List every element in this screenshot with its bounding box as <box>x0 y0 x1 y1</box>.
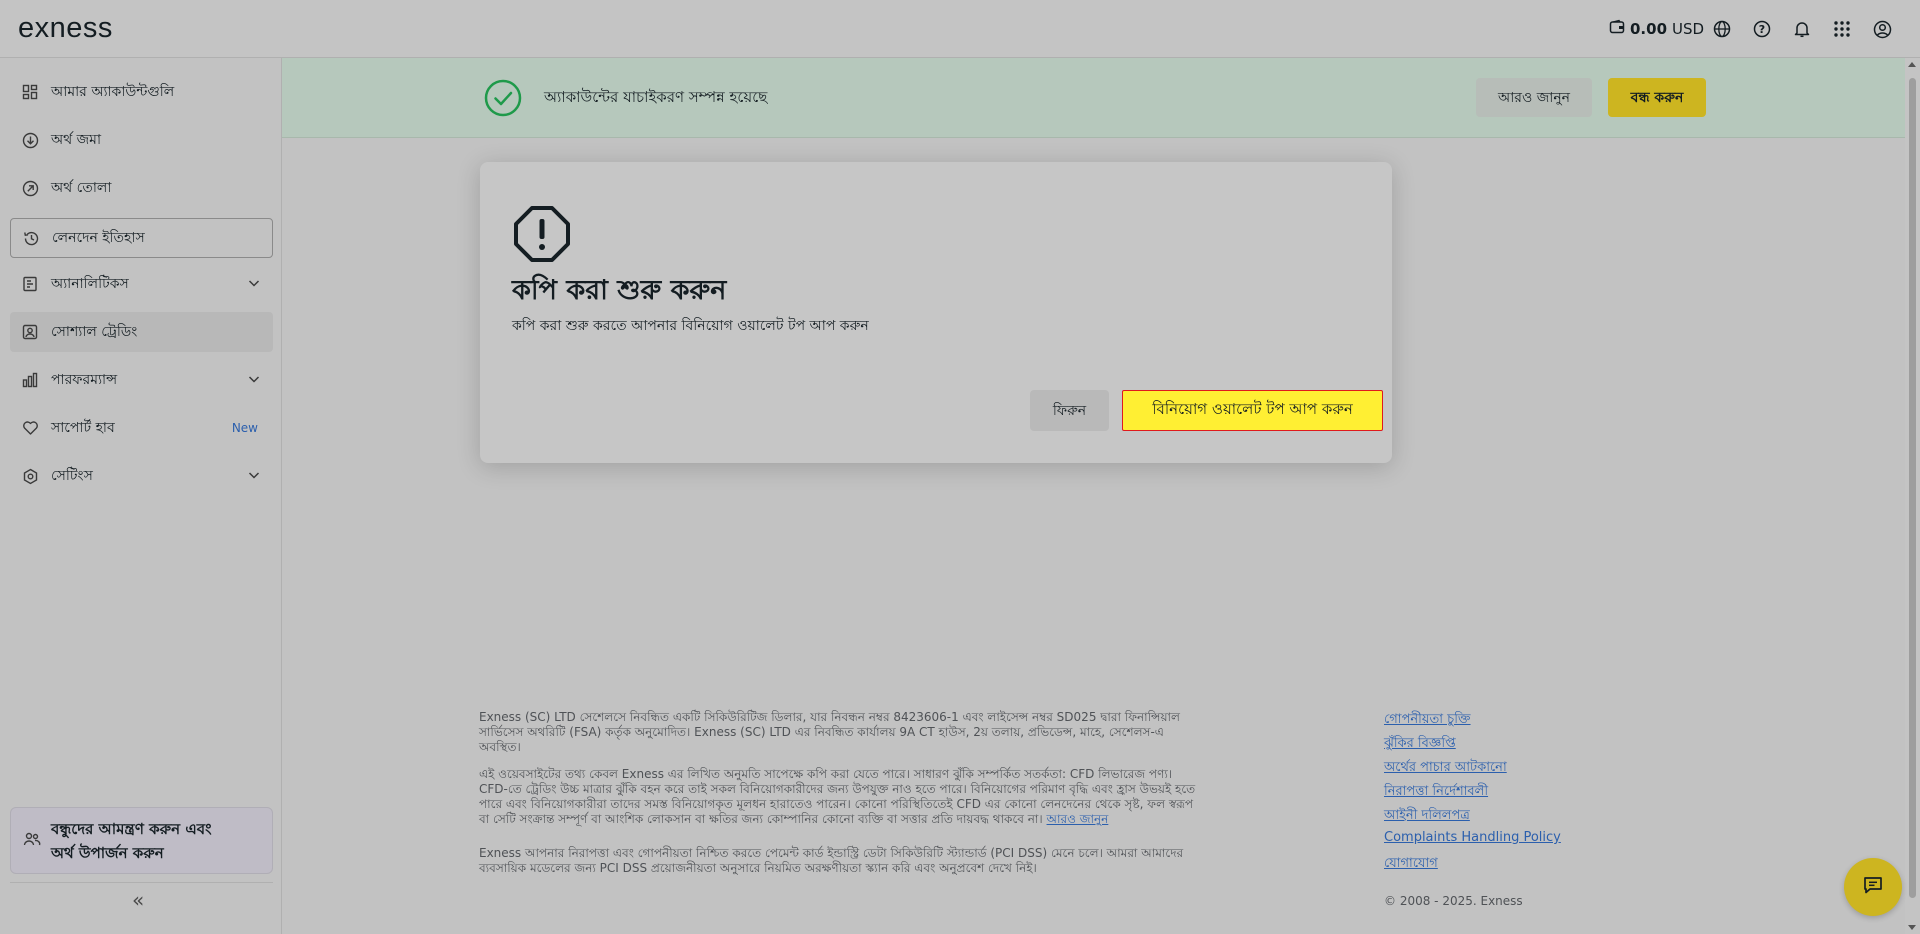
sidebar-divider <box>10 882 273 883</box>
wallet-icon <box>1609 19 1625 39</box>
top-header: exness 0.00 USD ? <box>0 0 1920 58</box>
complaints-policy-link[interactable]: Complaints Handling Policy <box>1384 830 1561 845</box>
sidebar-item-label: পারফরম্যান্স <box>51 372 118 388</box>
accounts-grid-icon <box>20 82 40 102</box>
sidebar-item-social-trading[interactable]: সোশ্যাল ট্রেডিং <box>10 312 273 352</box>
sidebar-item-label: অর্থ জমা <box>51 132 102 148</box>
risk-disclosure-link[interactable]: ঝুঁকির বিজ্ঞপ্তি <box>1384 734 1456 755</box>
chevron-down-icon <box>247 468 261 486</box>
banner-message: অ্যাকাউন্টের যাচাইকরণ সম্পন্ন হয়েছে <box>544 88 768 106</box>
verification-banner: অ্যাকাউন্টের যাচাইকরণ সম্পন্ন হয়েছে আরও… <box>282 58 1905 138</box>
scroll-up-arrow-icon[interactable] <box>1908 62 1916 67</box>
withdraw-icon <box>20 178 40 198</box>
apps-grid-icon[interactable] <box>1830 17 1854 41</box>
top-up-wallet-button[interactable]: বিনিয়োগ ওয়ালেট টপ আপ করুন <box>1122 390 1383 431</box>
back-button[interactable]: ফিরুন <box>1030 390 1109 431</box>
balance-amount: 0.00 <box>1630 20 1668 38</box>
contact-link[interactable]: যোগাযোগ <box>1384 854 1438 875</box>
sidebar-item-label: লেনদেন ইতিহাস <box>52 230 145 246</box>
legal-line: CFD-তে ট্রেডিং উচ্চ মাত্রার ঝুঁকি বহন কর… <box>479 782 1196 796</box>
exness-logo[interactable]: exness <box>18 12 113 45</box>
check-circle-icon <box>484 79 522 117</box>
copyright-text: © 2008 - 2025. Exness <box>1384 894 1523 908</box>
chevron-down-icon <box>247 276 261 294</box>
sidebar-item-withdraw[interactable]: অর্থ তোলা <box>10 168 273 208</box>
chat-icon <box>1862 874 1884 900</box>
invite-line-2: অর্থ উপার্জন করুন <box>51 843 164 862</box>
invite-friends-card[interactable]: বন্ধুদের আমন্ত্রণ করুন এবং অর্থ উপার্জন … <box>10 807 273 874</box>
sidebar-item-analytics[interactable]: অ্যানালিটিকস <box>10 264 273 304</box>
security-instructions-link[interactable]: নিরাপত্তা নির্দেশাবলী <box>1384 782 1488 803</box>
legal-paragraph-1: Exness (SC) LTD সেশেলসে নিবন্ধিত একটি সি… <box>479 710 1239 755</box>
dialog-title: কপি করা শুরু করুন <box>512 275 727 306</box>
legal-line: Exness আপনার নিরাপত্তা এবং গোপনীয়তা নিশ… <box>479 846 1184 860</box>
performance-icon <box>20 370 40 390</box>
svg-text:?: ? <box>1759 23 1765 36</box>
sidebar-item-my-accounts[interactable]: আমার অ্যাকাউন্টগুলি <box>10 72 273 112</box>
profile-icon[interactable] <box>1870 17 1894 41</box>
sidebar-item-label: সেটিংস <box>51 468 93 484</box>
start-copying-dialog: কপি করা শুরু করুন কপি করা শুরু করতে আপনা… <box>480 162 1392 463</box>
anti-money-laundering-link[interactable]: অর্থের পাচার আটকানো <box>1384 758 1507 779</box>
sidebar-item-label: সাপোর্ট হাব <box>51 420 115 436</box>
dialog-subtitle: কপি করা শুরু করতে আপনার বিনিয়োগ ওয়ালেট… <box>512 318 869 334</box>
legal-line: সার্ভিসেস অথরিটি (FSA) কর্তৃক অনুমোদিত। … <box>479 725 1164 739</box>
new-badge: New <box>231 421 258 435</box>
legal-line: পারে এবং বিনিয়োগকারীরা তাদের সমস্ত বিনি… <box>479 797 1194 811</box>
invite-line-1: বন্ধুদের আমন্ত্রণ করুন এবং <box>51 819 212 838</box>
analytics-icon <box>20 274 40 294</box>
heart-icon <box>20 418 40 438</box>
social-trading-icon <box>20 322 40 342</box>
learn-more-button[interactable]: আরও জানুন <box>1476 78 1592 117</box>
chevron-down-icon <box>247 372 261 390</box>
sidebar: আমার অ্যাকাউন্টগুলি অর্থ জমা অর্থ তোলা ল… <box>0 58 282 934</box>
deposit-icon <box>20 130 40 150</box>
sidebar-item-deposit[interactable]: অর্থ জমা <box>10 120 273 160</box>
sidebar-item-settings[interactable]: সেটিংস <box>10 456 273 496</box>
sidebar-item-label: সোশ্যাল ট্রেডিং <box>51 324 138 340</box>
sidebar-item-support-hub[interactable]: সাপোর্ট হাব New <box>10 408 273 448</box>
learn-more-link[interactable]: আরও জানুন <box>1047 812 1109 826</box>
close-banner-button[interactable]: বন্ধ করুন <box>1608 78 1706 117</box>
legal-line: বা সেটি সংক্রান্ত সম্পূর্ণ বা আংশিক লোকস… <box>479 812 1239 827</box>
legal-text: বা সেটি সংক্রান্ত সম্পূর্ণ বা আংশিক লোকস… <box>479 812 1043 826</box>
globe-icon[interactable] <box>1710 17 1734 41</box>
sidebar-item-transaction-history[interactable]: লেনদেন ইতিহাস <box>10 218 273 258</box>
legal-line: Exness (SC) LTD সেশেলসে নিবন্ধিত একটি সি… <box>479 710 1180 724</box>
balance-display[interactable]: 0.00 USD <box>1609 19 1704 39</box>
legal-documents-link[interactable]: আইনী দলিলপত্র <box>1384 806 1470 827</box>
help-icon[interactable]: ? <box>1750 17 1774 41</box>
warning-octagon-icon <box>512 204 572 264</box>
sidebar-item-label: আমার অ্যাকাউন্টগুলি <box>51 84 175 100</box>
legal-paragraph-2: এই ওয়েবসাইটের তথ্য কেবল Exness এর লিখিত… <box>479 767 1239 827</box>
bell-icon[interactable] <box>1790 17 1814 41</box>
users-icon <box>23 830 41 852</box>
page-scrollbar[interactable] <box>1905 58 1920 934</box>
privacy-agreement-link[interactable]: গোপনীয়তা চুক্তি <box>1384 710 1471 731</box>
legal-line: ব্যবসায়িক মডেলের জন্য PCI DSS প্রয়োজনী… <box>479 861 1037 875</box>
sidebar-item-performance[interactable]: পারফরম্যান্স <box>10 360 273 400</box>
collapse-sidebar-icon[interactable]: « <box>132 888 144 912</box>
chat-support-button[interactable] <box>1844 858 1902 916</box>
settings-icon <box>20 466 40 486</box>
legal-paragraph-3: Exness আপনার নিরাপত্তা এবং গোপনীয়তা নিশ… <box>479 846 1239 876</box>
balance-currency: USD <box>1672 20 1705 38</box>
legal-line: এই ওয়েবসাইটের তথ্য কেবল Exness এর লিখিত… <box>479 767 1173 781</box>
scroll-down-arrow-icon[interactable] <box>1908 925 1916 930</box>
scrollbar-thumb[interactable] <box>1909 78 1916 898</box>
sidebar-item-label: অ্যানালিটিকস <box>51 276 129 292</box>
legal-line: অবস্থিত। <box>479 740 521 754</box>
sidebar-item-label: অর্থ তোলা <box>51 180 112 196</box>
history-icon <box>21 228 41 248</box>
